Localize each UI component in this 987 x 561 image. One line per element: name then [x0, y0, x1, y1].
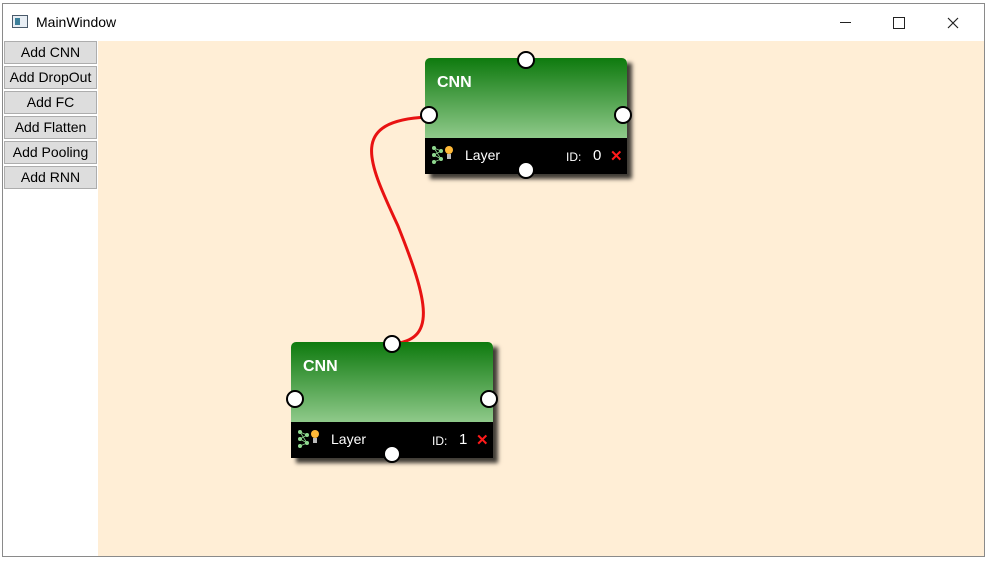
- close-button[interactable]: [930, 4, 976, 41]
- add-fc-button[interactable]: Add FC: [4, 91, 97, 114]
- id-label: ID:: [432, 434, 448, 448]
- cnn-node-0[interactable]: CNN Layer ID: 0 ✕: [420, 51, 632, 179]
- node-header[interactable]: CNN: [291, 342, 493, 422]
- port-top[interactable]: [517, 51, 535, 69]
- port-right[interactable]: [614, 106, 632, 124]
- port-top[interactable]: [383, 335, 401, 353]
- close-icon: [947, 17, 959, 28]
- id-value: 1: [459, 431, 468, 448]
- main-window: MainWindow Add CNN Add DropOut Add FC Ad…: [2, 3, 985, 557]
- add-pooling-button[interactable]: Add Pooling: [4, 141, 97, 164]
- node-title: CNN: [437, 74, 472, 91]
- port-bottom[interactable]: [517, 161, 535, 179]
- app-icon: [12, 15, 28, 28]
- layer-label: Layer: [465, 147, 501, 163]
- id-label: ID:: [566, 150, 582, 164]
- layer-label: Layer: [331, 431, 367, 447]
- minimize-icon: [839, 22, 851, 23]
- port-right[interactable]: [480, 390, 498, 408]
- node-header[interactable]: CNN: [425, 58, 627, 138]
- neural-network-lightbulb-icon: [432, 146, 453, 164]
- neural-network-lightbulb-icon: [298, 430, 319, 448]
- add-flatten-button[interactable]: Add Flatten: [4, 116, 97, 139]
- delete-x-icon[interactable]: ✕: [476, 431, 489, 449]
- title-bar[interactable]: MainWindow: [3, 4, 984, 41]
- add-rnn-button[interactable]: Add RNN: [4, 166, 97, 189]
- minimize-button[interactable]: [822, 4, 868, 41]
- delete-x-icon[interactable]: ✕: [610, 147, 623, 165]
- node-canvas[interactable]: CNN Layer ID: 0 ✕ CNN Layer ID: 1 ✕: [98, 41, 984, 556]
- add-cnn-button[interactable]: Add CNN: [4, 41, 97, 64]
- add-dropout-button[interactable]: Add DropOut: [4, 66, 97, 89]
- port-left[interactable]: [420, 106, 438, 124]
- window-title: MainWindow: [36, 14, 117, 30]
- id-value: 0: [593, 147, 602, 164]
- maximize-icon: [893, 16, 905, 29]
- sidebar: Add CNN Add DropOut Add FC Add Flatten A…: [3, 41, 98, 556]
- port-bottom[interactable]: [383, 445, 401, 463]
- cnn-node-1[interactable]: CNN Layer ID: 1 ✕: [286, 335, 498, 463]
- maximize-button[interactable]: [876, 4, 922, 41]
- port-left[interactable]: [286, 390, 304, 408]
- node-title: CNN: [303, 358, 338, 375]
